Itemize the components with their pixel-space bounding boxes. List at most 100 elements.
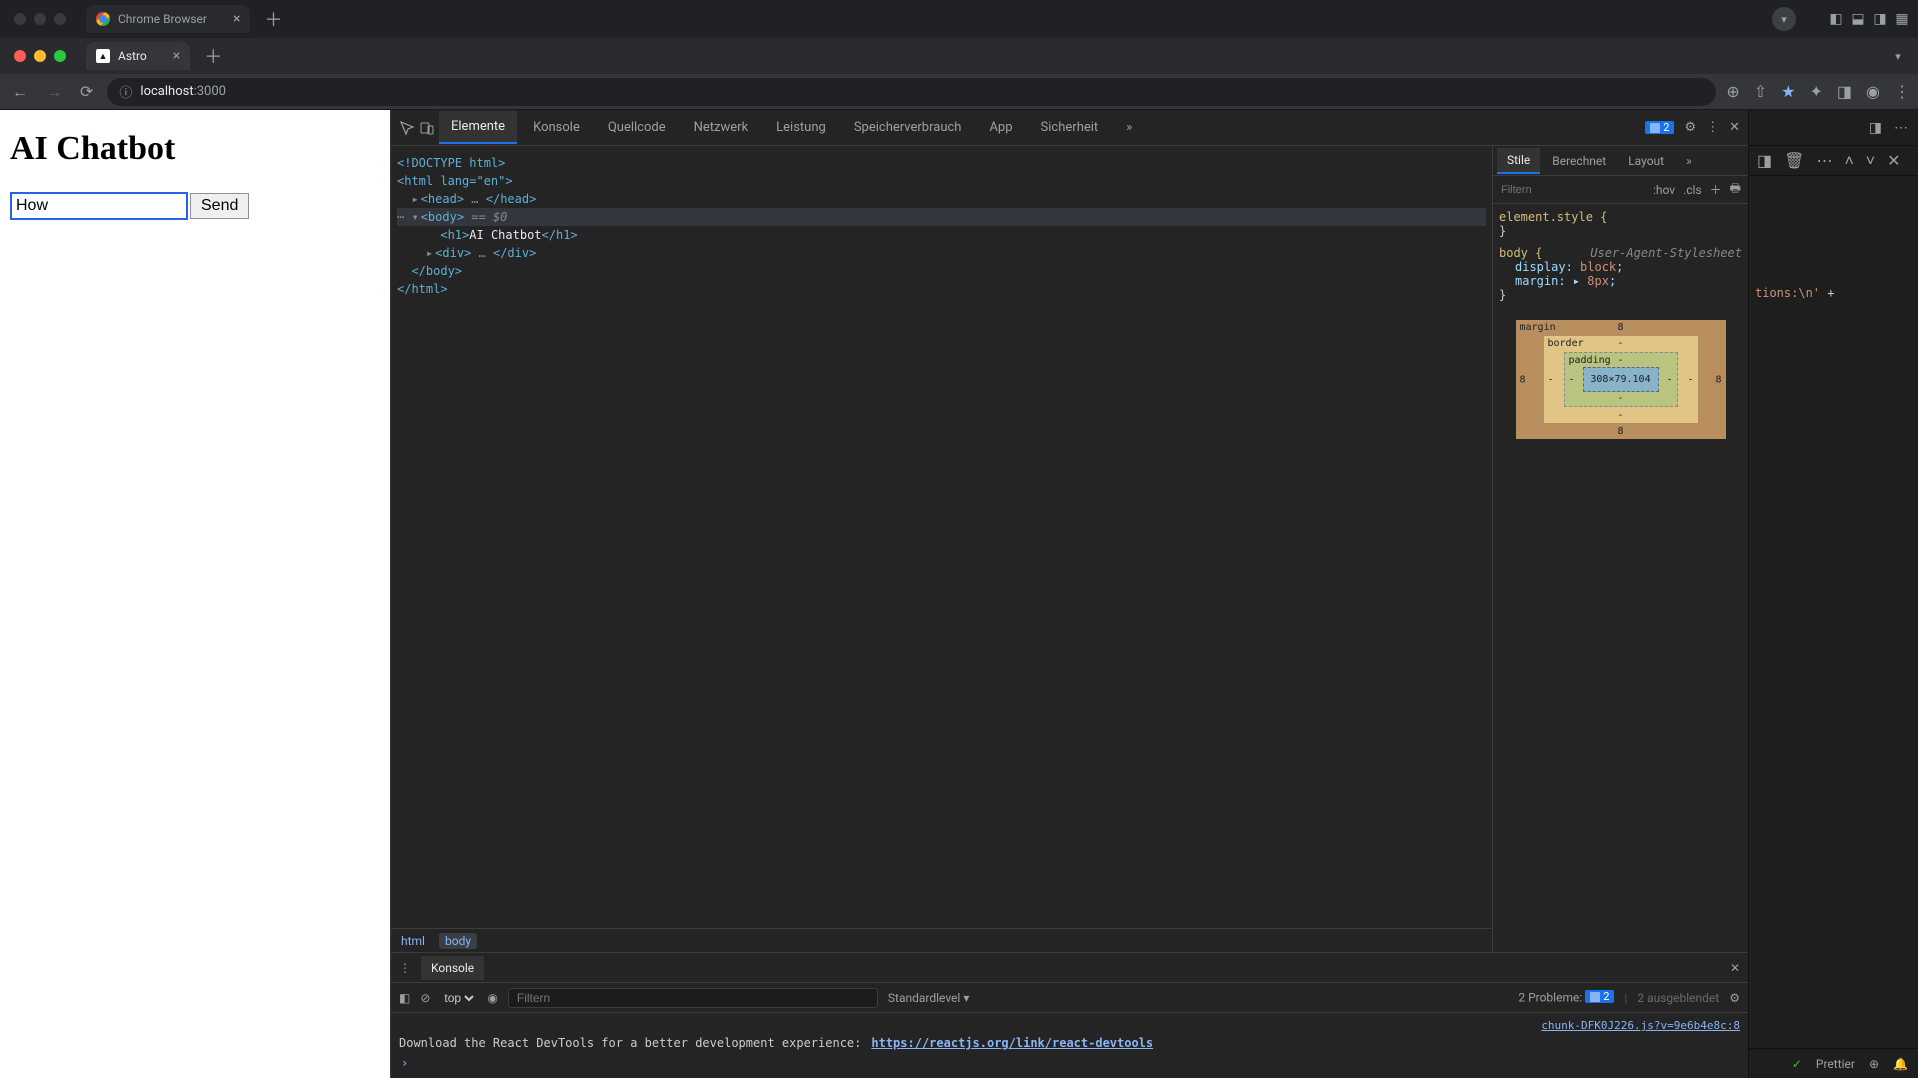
settings-icon[interactable]: ⚙ [1684,120,1696,135]
crumb-html[interactable]: html [401,934,425,948]
bookmark-icon[interactable]: ★ [1781,82,1795,101]
share-icon[interactable]: ⇧ [1754,82,1767,101]
css-rule-body[interactable]: body { [1499,246,1542,260]
tab-console[interactable]: Konsole [521,112,592,143]
new-style-rule-icon[interactable]: ＋ [1710,181,1722,198]
device-toggle-icon[interactable] [419,120,435,136]
styles-filter-input[interactable] [1499,183,1645,197]
console-settings-icon[interactable]: ⚙ [1729,991,1740,1005]
hidden-count[interactable]: 2 ausgeblendet [1637,991,1719,1005]
maximize-window-button[interactable] [54,50,66,62]
side-panel-icon[interactable]: ◨ [1837,82,1852,101]
drawer-menu-icon[interactable]: ⋮ [399,961,411,975]
outer-tab[interactable]: Chrome Browser × [86,5,250,33]
chevron-up-icon[interactable]: ˄ [1844,151,1853,171]
css-prop-margin[interactable]: margin [1515,274,1558,288]
cls-toggle[interactable]: .cls [1683,183,1702,197]
dom-body-open[interactable]: <body> [421,210,464,224]
expand-toggle-icon[interactable]: ▸ [411,192,418,206]
close-tab-icon[interactable]: × [233,11,240,27]
outer-tabs-menu-button[interactable]: ▾ [1772,7,1796,31]
dom-html-open[interactable]: <html lang="en"> [397,174,513,188]
dom-tree[interactable]: <!DOCTYPE html> <html lang="en"> ▸<head>… [391,146,1492,928]
tabs-dropdown-button[interactable]: ▾ [1886,44,1910,68]
kebab-menu-icon[interactable]: ⋮ [1894,82,1910,101]
tab-computed[interactable]: Berechnet [1542,149,1616,173]
dom-div-close[interactable]: </div> [493,246,536,260]
close-devtools-icon[interactable]: ✕ [1729,120,1740,135]
tab-layout[interactable]: Layout [1618,149,1674,173]
css-rule-element-style[interactable]: element.style { [1499,210,1607,224]
panel-grid-icon[interactable]: ▦ [1894,11,1910,27]
prettier-status[interactable]: Prettier [1816,1057,1855,1071]
chevron-down-icon[interactable]: ˅ [1866,151,1875,171]
dom-body-close[interactable]: </body> [411,264,462,278]
trash-icon[interactable]: 🗑 [1784,151,1804,170]
feedback-icon[interactable]: ⊕ [1869,1057,1879,1071]
tab-elements[interactable]: Elemente [439,111,517,144]
devtools-menu-icon[interactable]: ⋮ [1706,120,1719,135]
new-tab-button[interactable]: ＋ [196,43,230,69]
console-filter-input[interactable] [508,988,878,1008]
editor-layout-icon[interactable]: ◨ [1869,120,1882,136]
clear-console-icon[interactable]: ⊘ [420,991,430,1005]
live-expression-icon[interactable]: ◉ [487,991,497,1005]
url-input[interactable]: ⓘ localhost:3000 [107,78,1716,106]
panel-bottom-icon[interactable]: ⬓ [1850,11,1866,27]
back-button[interactable]: ← [8,78,32,106]
panel-toggle-icon[interactable]: ◨ [1757,151,1772,170]
expand-toggle-icon[interactable]: ▸ [426,246,433,260]
tab-performance[interactable]: Leistung [764,112,838,143]
close-panel-icon[interactable]: ✕ [1887,151,1900,170]
more-styles-tabs-icon[interactable]: » [1676,149,1702,173]
console-message-link[interactable]: https://reactjs.org/link/react-devtools [871,1036,1153,1050]
box-model[interactable]: margin 8 8 8 8 border - - - - [1516,320,1726,439]
send-button[interactable]: Send [190,193,249,219]
problems-label[interactable]: 2 Probleme: 2 [1518,990,1614,1005]
zoom-icon[interactable]: ⊕ [1726,82,1739,101]
tab-network[interactable]: Netzwerk [682,112,761,143]
outer-new-tab-button[interactable]: ＋ [256,6,290,32]
tab-security[interactable]: Sicherheit [1029,112,1111,143]
tab-application[interactable]: App [977,112,1024,143]
close-tab-icon[interactable]: × [173,48,180,64]
site-info-icon[interactable]: ⓘ [119,82,132,101]
console-message-source[interactable]: chunk-DFK0J226.js?v=9e6b4e8c:8 [1541,1019,1740,1032]
close-drawer-icon[interactable]: ✕ [1730,961,1740,975]
forward-button[interactable]: → [42,78,66,106]
profile-icon[interactable]: ◉ [1866,82,1880,101]
bell-icon[interactable]: 🔔 [1893,1057,1908,1071]
css-prop-display[interactable]: display [1515,260,1566,274]
print-media-icon[interactable]: 🖶 [1730,179,1741,200]
crumb-body[interactable]: body [439,933,477,949]
hov-toggle[interactable]: :hov [1653,183,1675,197]
drawer-tab-console[interactable]: Konsole [421,956,484,980]
panel-left-icon[interactable]: ◧ [1828,11,1844,27]
overflow-icon[interactable]: ⋯ [1816,151,1832,170]
dom-html-close[interactable]: </html> [397,282,448,296]
extensions-icon[interactable]: ✦ [1810,82,1823,101]
minimize-window-button[interactable] [34,50,46,62]
dom-doctype[interactable]: <!DOCTYPE html> [397,156,505,170]
console-prompt[interactable]: › [399,1052,1740,1074]
reload-button[interactable]: ⟳ [76,78,97,105]
dom-div-open[interactable]: <div> [435,246,471,260]
log-level-select[interactable]: Standardlevel ▾ [888,991,969,1005]
issues-badge[interactable]: 2 [1645,121,1674,134]
css-source[interactable]: User-Agent-Stylesheet [1590,246,1742,260]
panel-right-icon[interactable]: ◨ [1872,11,1888,27]
expand-toggle-icon[interactable]: ▾ [411,210,418,224]
console-sidebar-toggle-icon[interactable]: ◧ [399,991,410,1005]
close-window-button[interactable] [14,50,26,62]
styles-body[interactable]: element.style { } body {User-Agent-Style… [1493,204,1748,952]
console-body[interactable]: chunk-DFK0J226.js?v=9e6b4e8c:8 Download … [391,1013,1748,1078]
inspect-icon[interactable] [399,120,415,136]
dom-h1-text[interactable]: AI Chatbot [469,228,541,242]
tab-styles[interactable]: Stile [1497,148,1540,174]
execution-context-select[interactable]: top [440,990,477,1006]
tab-memory[interactable]: Speicherverbrauch [842,112,974,143]
dom-h1-close[interactable]: </h1> [542,228,578,242]
editor-more-icon[interactable]: ⋯ [1894,120,1908,136]
dom-head-close[interactable]: </head> [486,192,537,206]
dom-head-open[interactable]: <head> [421,192,464,206]
